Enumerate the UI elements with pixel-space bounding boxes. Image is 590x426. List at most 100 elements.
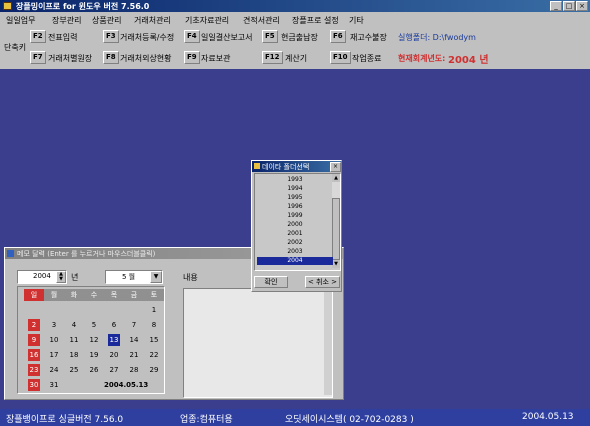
calendar-day[interactable]: 17 — [44, 349, 64, 361]
scroll-thumb[interactable] — [332, 198, 340, 260]
calendar-day[interactable]: 27 — [104, 364, 124, 376]
year-folder-item[interactable]: 1999 — [257, 212, 333, 220]
f7-key-label[interactable]: 거래처별원장 — [48, 53, 92, 64]
calendar-day[interactable]: 28 — [124, 364, 144, 376]
dialog-title-bar: 데이타 폴더선택 × — [252, 161, 341, 172]
f3-key-label[interactable]: 거래처등록/수정 — [120, 32, 174, 43]
f7-key-button[interactable]: F7 — [30, 51, 46, 64]
f12-key-button[interactable]: F12 — [262, 51, 283, 64]
f4-key-label[interactable]: 일일결산보고서 — [201, 32, 253, 43]
menu-base-data[interactable]: 기초자료관리 — [185, 15, 229, 26]
f3-key-button[interactable]: F3 — [103, 30, 119, 43]
weekday-header: 일 — [24, 289, 44, 301]
shortcut-label: 단축키 — [4, 43, 27, 52]
year-folder-item[interactable]: 2004 — [257, 257, 333, 265]
calendar-day[interactable]: 8 — [144, 319, 164, 331]
calendar-day[interactable]: 15 — [144, 334, 164, 346]
f9-key-button[interactable]: F9 — [184, 51, 200, 64]
calendar-day[interactable]: 24 — [44, 364, 64, 376]
year-folder-item[interactable]: 2003 — [257, 248, 333, 256]
scroll-up-icon[interactable]: ▲ — [332, 174, 340, 182]
f12-key-label[interactable]: 계산기 — [285, 53, 307, 64]
calendar-day[interactable]: 16 — [28, 349, 40, 361]
f9-key-label[interactable]: 자료보관 — [201, 53, 230, 64]
calendar-day[interactable]: 20 — [104, 349, 124, 361]
calendar-grid: 일 월 화 수 목 금 토 1 2 3 4 5 6 7 8 9 10 11 12 13 14 15 16 17 18 19 20 21… — [17, 286, 165, 394]
calendar-day[interactable]: 29 — [144, 364, 164, 376]
weekday-header: 금 — [124, 289, 144, 301]
calendar-day[interactable]: 1 — [144, 304, 164, 316]
f8-key-label[interactable]: 거래처외상현황 — [120, 53, 172, 64]
weekday-header: 토 — [144, 289, 164, 301]
menu-products[interactable]: 상품관리 — [92, 15, 121, 26]
year-unit-label: 년 — [71, 273, 79, 282]
calendar-day[interactable]: 4 — [64, 319, 84, 331]
folder-path-text: 실행폴더: D:\fwodym — [398, 33, 476, 42]
window-title: 장플밍이프로 for 윈도우 버전 7.56.0 — [16, 2, 150, 11]
status-date: 2004.05.13 — [522, 412, 574, 422]
calendar-day[interactable]: 31 — [44, 379, 64, 391]
year-list-scrollbar[interactable]: ▲ ▼ — [332, 174, 340, 268]
menu-quotes[interactable]: 견적서관리 — [243, 15, 280, 26]
f5-key-button[interactable]: F5 — [262, 30, 278, 43]
maximize-button[interactable]: □ — [563, 1, 575, 11]
status-product: 장플뱅이프로 싱글버전 7.56.0 — [6, 415, 124, 425]
month-select[interactable]: 5 월 ▼ — [105, 270, 163, 284]
calendar-day[interactable]: 19 — [84, 349, 104, 361]
year-folder-item[interactable]: 1993 — [257, 176, 333, 184]
f4-key-button[interactable]: F4 — [184, 30, 200, 43]
menu-daily-work[interactable]: 일일업무 — [6, 15, 35, 26]
year-folder-item[interactable]: 1994 — [257, 185, 333, 193]
year-spinner[interactable]: 2004 ▲ ▼ — [17, 270, 67, 284]
year-folder-item[interactable]: 2002 — [257, 239, 333, 247]
calendar-day[interactable]: 26 — [84, 364, 104, 376]
calendar-day[interactable]: 25 — [64, 364, 84, 376]
year-spin-arrows-icon[interactable]: ▲ ▼ — [56, 271, 66, 283]
calendar-day[interactable]: 22 — [144, 349, 164, 361]
year-folder-item[interactable]: 1995 — [257, 194, 333, 202]
content-label: 내용 — [183, 273, 198, 282]
calendar-day[interactable]: 2 — [28, 319, 40, 331]
calendar-day[interactable]: 3 — [44, 319, 64, 331]
calendar-day[interactable]: 13 — [108, 334, 120, 346]
calendar-day[interactable]: 5 — [84, 319, 104, 331]
f6-key-label[interactable]: 재고수불장 — [350, 32, 387, 43]
calendar-day[interactable]: 21 — [124, 349, 144, 361]
f10-key-label[interactable]: 작업종료 — [352, 53, 381, 64]
weekday-header: 화 — [64, 289, 84, 301]
calendar-day[interactable]: 10 — [44, 334, 64, 346]
calendar-day[interactable]: 9 — [28, 334, 40, 346]
f5-key-label[interactable]: 현금출납장 — [281, 32, 318, 43]
scroll-down-icon[interactable]: ▼ — [332, 260, 340, 268]
f8-key-button[interactable]: F8 — [103, 51, 119, 64]
menu-ledger[interactable]: 장부관리 — [52, 15, 81, 26]
year-folder-item[interactable]: 2000 — [257, 221, 333, 229]
ok-button[interactable]: 확인 — [254, 276, 288, 288]
f2-key-button[interactable]: F2 — [30, 30, 46, 43]
calendar-day[interactable]: 14 — [124, 334, 144, 346]
memo-scrollbar[interactable] — [324, 289, 332, 395]
calendar-day[interactable]: 7 — [124, 319, 144, 331]
calendar-day[interactable]: 11 — [64, 334, 84, 346]
minimize-button[interactable]: _ — [550, 1, 562, 11]
calendar-day[interactable]: 12 — [84, 334, 104, 346]
menu-etc[interactable]: 기타 — [349, 15, 364, 26]
menu-clients[interactable]: 거래처관리 — [134, 15, 171, 26]
memo-content-textarea[interactable] — [183, 288, 333, 398]
close-button[interactable]: × — [576, 1, 588, 11]
f10-key-button[interactable]: F10 — [330, 51, 351, 64]
calendar-day[interactable]: 6 — [104, 319, 124, 331]
app-icon — [3, 2, 12, 10]
month-value: 5 월 — [122, 273, 136, 281]
f6-key-button[interactable]: F6 — [330, 30, 346, 43]
menu-settings[interactable]: 장플프로 설정 — [292, 15, 339, 26]
calendar-day[interactable]: 30 — [28, 379, 40, 391]
year-folder-item[interactable]: 1996 — [257, 203, 333, 211]
calendar-day[interactable]: 23 — [28, 364, 40, 376]
chevron-down-icon[interactable]: ▼ — [150, 271, 162, 283]
cancel-button[interactable]: < 취소 > — [305, 276, 340, 288]
calendar-day[interactable]: 18 — [64, 349, 84, 361]
year-folder-item[interactable]: 2001 — [257, 230, 333, 238]
dialog-close-icon[interactable]: × — [330, 162, 341, 172]
f2-key-label[interactable]: 전표입력 — [48, 32, 77, 43]
